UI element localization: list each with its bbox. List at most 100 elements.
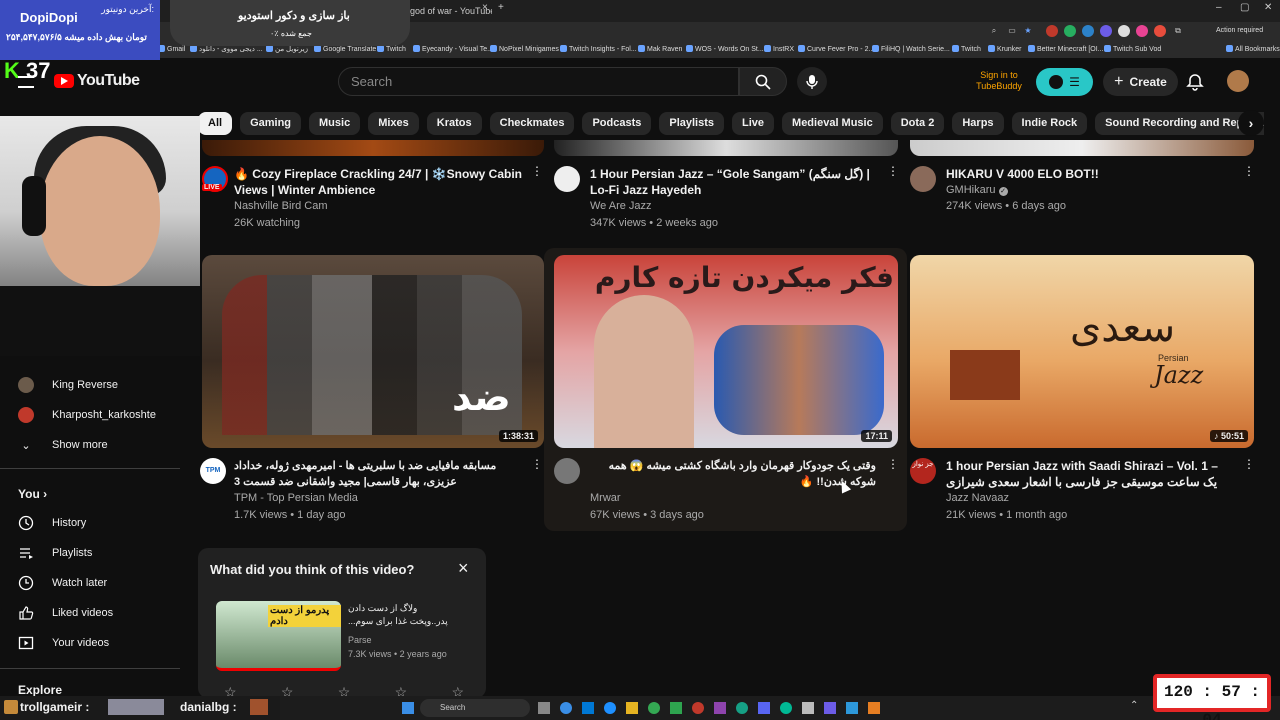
- bookmark-item[interactable]: Better Minecraft [OI...: [1028, 44, 1104, 56]
- sidebar-item-history[interactable]: History: [18, 508, 86, 538]
- taskbar-app-icon[interactable]: [648, 702, 660, 714]
- channel-name[interactable]: Jazz Navaaz: [946, 492, 1009, 504]
- channel-name[interactable]: Mrwar: [590, 492, 621, 504]
- extension-icon[interactable]: [1136, 25, 1148, 37]
- bookmark-item[interactable]: Mak Raven: [638, 44, 682, 56]
- video-title[interactable]: 🔥 Cozy Fireplace Crackling 24/7 | ❄️Snow…: [234, 166, 526, 198]
- bookmark-item[interactable]: Eyecandy - Visual Te...: [413, 44, 493, 56]
- account-avatar[interactable]: [1227, 70, 1249, 92]
- taskbar-app-icon[interactable]: [736, 702, 748, 714]
- taskbar-app-icon[interactable]: [604, 702, 616, 714]
- taskbar-app-icon[interactable]: [758, 702, 770, 714]
- chip[interactable]: Indie Rock: [1011, 112, 1088, 135]
- chip[interactable]: Checkmates: [489, 112, 575, 135]
- extension-icon[interactable]: [1046, 25, 1058, 37]
- video-thumbnail[interactable]: فکر میکردن تازه کارم 17:11: [554, 255, 898, 448]
- sidebar-item-playlists[interactable]: Playlists: [18, 538, 92, 568]
- new-tab-icon[interactable]: +: [498, 2, 504, 13]
- tubebuddy-button[interactable]: ☰: [1036, 68, 1093, 96]
- taskbar-app-icon[interactable]: [670, 702, 682, 714]
- windows-start-icon[interactable]: [402, 702, 414, 714]
- taskbar-app-icon[interactable]: [868, 702, 880, 714]
- bookmark-item[interactable]: Krunker: [988, 44, 1022, 56]
- chip[interactable]: Gaming: [240, 112, 302, 135]
- sidebar-item-watch-later[interactable]: Watch later: [18, 568, 107, 598]
- taskbar-search[interactable]: Search: [420, 699, 530, 717]
- maximize-icon[interactable]: ▢: [1240, 2, 1249, 13]
- video-thumbnail[interactable]: ضد 1:38:31: [202, 255, 544, 448]
- sidebar-you-heading[interactable]: You ›: [18, 487, 47, 501]
- sidebar-show-more[interactable]: ⌄ Show more: [18, 430, 107, 460]
- voice-search-button[interactable]: [797, 67, 827, 96]
- video-title[interactable]: 1 Hour Persian Jazz – “Gole Sangam” (گل …: [590, 166, 880, 198]
- all-bookmarks[interactable]: All Bookmarks: [1226, 44, 1280, 56]
- browser-tab[interactable]: god of war - YouTube: [410, 0, 492, 22]
- menu-icon[interactable]: [18, 76, 34, 88]
- chip[interactable]: Harps: [952, 112, 1004, 135]
- more-options-icon[interactable]: ⋮: [531, 165, 543, 177]
- channel-name[interactable]: TPM - Top Persian Media: [234, 492, 358, 504]
- more-options-icon[interactable]: ⋮: [887, 458, 899, 470]
- chip[interactable]: Medieval Music: [782, 112, 883, 135]
- bookmark-item[interactable]: Twitch: [952, 44, 981, 56]
- bookmark-item[interactable]: WOS - Words On St...: [686, 44, 764, 56]
- taskbar-app-icon[interactable]: [626, 702, 638, 714]
- taskbar-app-icon[interactable]: [802, 702, 814, 714]
- bookmark-item[interactable]: Twitch Insights - Fol...: [560, 44, 637, 56]
- chips-next-button[interactable]: ›: [1238, 110, 1264, 136]
- chip-all[interactable]: All: [198, 112, 233, 135]
- channel-avatar[interactable]: [554, 458, 580, 484]
- puzzle-icon[interactable]: ⧉: [1172, 25, 1184, 37]
- more-options-icon[interactable]: ⋮: [531, 458, 543, 470]
- bookmark-item[interactable]: Curve Fever Pro - 2...: [798, 44, 874, 56]
- sidebar-sub-kharposht[interactable]: Kharposht_karkoshte: [18, 400, 156, 430]
- create-button[interactable]: + Create: [1103, 68, 1178, 96]
- chip[interactable]: Dota 2: [890, 112, 945, 135]
- chip[interactable]: Music: [309, 112, 361, 135]
- sidebar-sub-king-reverse[interactable]: King Reverse: [18, 370, 118, 400]
- video-thumbnail[interactable]: [202, 140, 544, 156]
- bookmark-item[interactable]: Twitch Sub Vod: [1104, 44, 1161, 56]
- bookmark-item[interactable]: FiliHQ | Watch Serie...: [872, 44, 950, 56]
- tubebuddy-signin[interactable]: Sign in to TubeBuddy: [968, 70, 1030, 92]
- taskbar-app-icon[interactable]: [846, 702, 858, 714]
- channel-avatar[interactable]: جز نواز: [910, 458, 936, 484]
- tray-chevron-icon[interactable]: ⌃: [1130, 700, 1138, 711]
- search-input[interactable]: Search: [338, 67, 739, 96]
- close-tab-icon[interactable]: ×: [482, 2, 488, 13]
- video-title[interactable]: 1 hour Persian Jazz with Saadi Shirazi –…: [946, 458, 1232, 490]
- video-title[interactable]: مسابقه مافیایی ضد با سلبریتی ها - امیرمه…: [234, 458, 526, 490]
- video-thumbnail[interactable]: سعدی Persian Jazz ♪ 50:51: [910, 255, 1254, 448]
- video-thumbnail[interactable]: [910, 140, 1254, 156]
- taskbar-app-icon[interactable]: [692, 702, 704, 714]
- close-icon[interactable]: ×: [458, 558, 469, 579]
- more-options-icon[interactable]: ⋮: [1243, 165, 1255, 177]
- bookmark-item[interactable]: InstRX: [764, 44, 794, 56]
- extension-icon[interactable]: [1118, 25, 1130, 37]
- channel-avatar[interactable]: [554, 166, 580, 192]
- star-icon[interactable]: ★: [1022, 25, 1034, 37]
- bookmark-item[interactable]: Gmail: [158, 44, 185, 56]
- taskbar-app-icon[interactable]: [538, 702, 550, 714]
- sidebar-item-your-videos[interactable]: Your videos: [18, 628, 109, 658]
- channel-name[interactable]: GMHikaru ✓: [946, 184, 1008, 196]
- survey-thumbnail[interactable]: پدرمو از دست دادم: [216, 601, 341, 671]
- more-options-icon[interactable]: ⋮: [1243, 458, 1255, 470]
- notifications-bell-icon[interactable]: [1185, 72, 1205, 92]
- video-title[interactable]: وقتی یک جودوکار قهرمان وارد باشگاه کشتی …: [590, 458, 876, 490]
- video-title[interactable]: HIKARU V 4000 ELO BOT!!: [946, 166, 1236, 182]
- extension-icon[interactable]: [1064, 25, 1076, 37]
- channel-name[interactable]: We Are Jazz: [590, 200, 652, 212]
- close-window-icon[interactable]: ✕: [1264, 2, 1272, 13]
- chip[interactable]: Live: [732, 112, 775, 135]
- chip[interactable]: Playlists: [659, 112, 725, 135]
- search-icon[interactable]: ⌕: [988, 25, 1000, 37]
- extension-icon[interactable]: [1082, 25, 1094, 37]
- taskbar-app-icon[interactable]: [780, 702, 792, 714]
- cast-icon[interactable]: ▭: [1006, 25, 1018, 37]
- taskbar-app-icon[interactable]: [714, 702, 726, 714]
- channel-avatar[interactable]: TPM: [200, 458, 226, 484]
- channel-name[interactable]: Nashville Bird Cam: [234, 200, 328, 212]
- chip[interactable]: Kratos: [426, 112, 482, 135]
- video-thumbnail[interactable]: [554, 140, 898, 156]
